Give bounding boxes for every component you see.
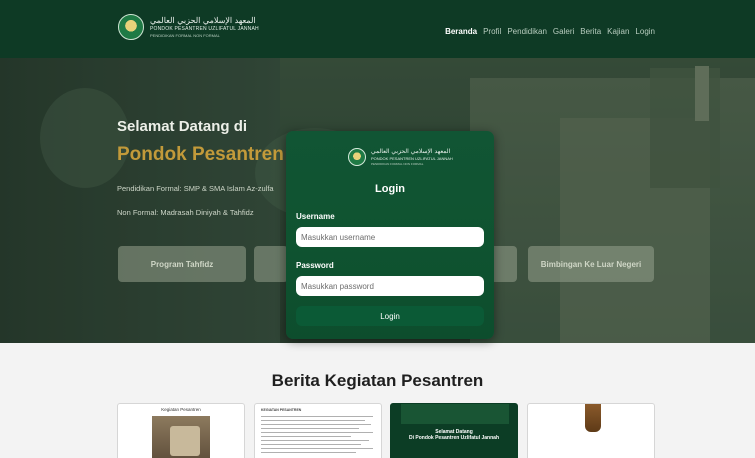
- hero-school-name: Pondok Pesantren Uzlifatul Jannah: [117, 144, 287, 165]
- menu-item-berita[interactable]: Berita: [580, 27, 601, 36]
- news-card-text-line: [261, 448, 373, 449]
- login-title: Login: [375, 183, 405, 195]
- news-card-vase-image: [585, 404, 601, 432]
- brand-subtitle: PENDIDIKAN FORMAL NON FORMAL: [150, 33, 220, 38]
- program-luar-negeri-button[interactable]: Bimbingan Ke Luar Negeri: [528, 246, 654, 282]
- brand-arabic: المعهد الإسلامي الحزبي العالمي: [150, 16, 256, 25]
- modal-brand-name: PONDOK PESANTREN UZLIFATUL JANNAH: [371, 156, 453, 161]
- pesantren-logo-icon: [118, 14, 144, 40]
- news-card[interactable]: KEGIATAN PESANTREN: [254, 403, 382, 458]
- menu-item-kajian[interactable]: Kajian: [607, 27, 629, 36]
- modal-logo-icon: [348, 148, 366, 166]
- menu-item-login[interactable]: Login: [635, 27, 655, 36]
- username-label: Username: [296, 212, 335, 221]
- news-card-text-line: [261, 452, 356, 453]
- news-card-banner: [401, 404, 509, 424]
- news-card-heading: KEGIATAN PESANTREN: [261, 408, 302, 412]
- news-card-text-line: [261, 436, 351, 437]
- menu-item-galeri[interactable]: Galeri: [553, 27, 574, 36]
- login-button[interactable]: Login: [296, 306, 484, 326]
- news-title: Berita Kegiatan Pesantren: [271, 371, 484, 390]
- news-card[interactable]: Selamat Datang Di Pondok Pesantren Uzlif…: [390, 403, 518, 458]
- news-card-text-line: [261, 440, 369, 441]
- news-card-school: Di Pondok Pesantren Uzlifatul Jannah: [408, 435, 499, 441]
- news-card[interactable]: Kegiatan Pesantren: [117, 403, 245, 458]
- news-card-caption: Kegiatan Pesantren: [161, 407, 201, 412]
- news-card[interactable]: [527, 403, 655, 458]
- navbar: المعهد الإسلامي الحزبي العالمي PONDOK PE…: [0, 0, 755, 58]
- menu-item-pendidikan[interactable]: Pendidikan: [507, 27, 547, 36]
- modal-brand: المعهد الإسلامي الحزبي العالمي PONDOK PE…: [348, 148, 453, 166]
- news-card-text-line: [261, 444, 361, 445]
- main-menu: Beranda Profil Pendidikan Galeri Berita …: [445, 27, 655, 36]
- login-modal: المعهد الإسلامي الحزبي العالمي PONDOK PE…: [286, 131, 494, 339]
- modal-brand-text: المعهد الإسلامي الحزبي العالمي PONDOK PE…: [371, 148, 453, 166]
- brand-text: المعهد الإسلامي الحزبي العالمي PONDOK PE…: [150, 16, 259, 38]
- hero-welcome: Selamat Datang di: [117, 118, 248, 135]
- brand[interactable]: المعهد الإسلامي الحزبي العالمي PONDOK PE…: [118, 14, 259, 40]
- news-card-text-line: [261, 424, 371, 425]
- password-input[interactable]: [296, 276, 484, 296]
- menu-item-profil[interactable]: Profil: [483, 27, 501, 36]
- menu-item-beranda[interactable]: Beranda: [445, 27, 477, 36]
- news-card-photo-detail: [170, 426, 200, 456]
- program-tahfidz-button[interactable]: Program Tahfidz: [118, 246, 246, 282]
- news-card-text-line: [261, 432, 373, 433]
- news-card-text-line: [261, 428, 359, 429]
- username-input[interactable]: [296, 227, 484, 247]
- brand-name: PONDOK PESANTREN UZLIFATUL JANNAH: [150, 26, 259, 32]
- password-label: Password: [296, 261, 334, 270]
- hero-nonformal-education: Non Formal: Madrasah Diniyah & Tahfidz: [117, 208, 254, 217]
- modal-brand-arabic: المعهد الإسلامي الحزبي العالمي: [371, 148, 451, 155]
- hero-formal-education: Pendidikan Formal: SMP & SMA Islam Az-zu…: [117, 184, 274, 193]
- news-card-text-line: [261, 416, 373, 417]
- news-section: Berita Kegiatan Pesantren Kegiatan Pesan…: [0, 343, 755, 458]
- program-button-2[interactable]: [254, 246, 288, 282]
- modal-brand-subtitle: PENDIDIKAN FORMAL NON FORMAL: [371, 162, 424, 166]
- news-card-text-line: [261, 420, 365, 421]
